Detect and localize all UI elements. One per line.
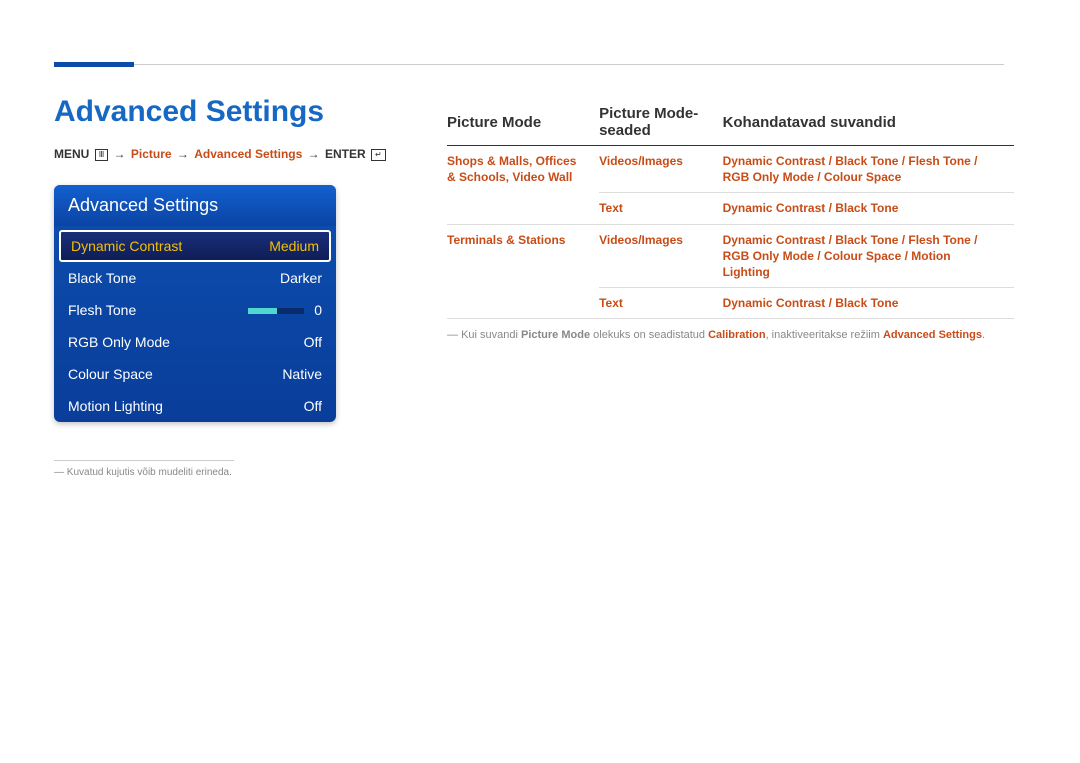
settings-panel: Advanced Settings Dynamic Contrast Medium… xyxy=(54,185,336,422)
breadcrumb-path1: Picture xyxy=(131,147,172,161)
arrow-icon: → xyxy=(308,147,320,161)
settings-panel-list: Dynamic Contrast Medium Black Tone Darker Fl… xyxy=(54,230,336,422)
table-cell-options: Dynamic Contrast / Black Tone / Flesh To… xyxy=(723,146,1014,193)
right-column: Picture Mode Picture Mode-seaded Kohanda… xyxy=(447,85,1014,478)
table-row: Terminals & StationsVideos/ImagesDynamic… xyxy=(447,224,1014,288)
page-divider xyxy=(54,64,1004,65)
table-cell-mode: Terminals & Stations xyxy=(447,224,599,319)
note-highlight: Calibration xyxy=(708,329,765,341)
table-cell-setting: Text xyxy=(599,288,722,319)
settings-panel-header: Advanced Settings xyxy=(54,185,336,226)
table-header-1: Picture Mode xyxy=(447,99,599,146)
settings-row-value: Native xyxy=(282,366,322,382)
table-cell-setting: Text xyxy=(599,193,722,224)
calibration-note: Kui suvandi Picture Mode olekuks on sead… xyxy=(447,329,1014,341)
table-cell-setting: Videos/Images xyxy=(599,146,722,193)
table-cell-options: Dynamic Contrast / Black Tone / Flesh To… xyxy=(723,224,1014,288)
settings-row-value: Darker xyxy=(280,270,322,286)
footnote-divider xyxy=(54,460,234,461)
settings-row[interactable]: Colour Space Native xyxy=(54,358,336,390)
table-cell-options: Dynamic Contrast / Black Tone xyxy=(723,288,1014,319)
panel-footnote: Kuvatud kujutis võib mudeliti erineda. xyxy=(54,467,392,478)
settings-row-value: Off xyxy=(304,334,322,350)
settings-row-value: 0 xyxy=(314,302,322,318)
settings-row[interactable]: RGB Only Mode Off xyxy=(54,326,336,358)
settings-row-label: Flesh Tone xyxy=(68,302,136,318)
settings-row-label: Dynamic Contrast xyxy=(71,238,182,254)
settings-row-label: Motion Lighting xyxy=(68,398,163,414)
table-cell-options: Dynamic Contrast / Black Tone xyxy=(723,193,1014,224)
slider-track[interactable] xyxy=(248,308,304,314)
note-text: , inaktiveeritakse režiim xyxy=(766,329,883,341)
settings-row[interactable]: Motion Lighting Off xyxy=(54,390,336,422)
main-content: Advanced Settings MENU Ⅲ → Picture → Adv… xyxy=(54,85,1014,478)
arrow-icon: → xyxy=(114,147,126,161)
settings-row-label: Black Tone xyxy=(68,270,136,286)
arrow-icon: → xyxy=(177,147,189,161)
breadcrumb: MENU Ⅲ → Picture → Advanced Settings → E… xyxy=(54,147,392,161)
settings-row-value: Medium xyxy=(269,238,319,254)
menu-icon: Ⅲ xyxy=(95,149,109,161)
options-table: Picture Mode Picture Mode-seaded Kohanda… xyxy=(447,99,1014,319)
note-text: Kui suvandi xyxy=(461,329,521,341)
table-cell-mode: Shops & Malls, Offices & Schools, Video … xyxy=(447,146,599,225)
note-text: olekuks on seadistatud xyxy=(590,329,708,341)
settings-row-label: Colour Space xyxy=(68,366,153,382)
accent-bar xyxy=(54,62,134,67)
breadcrumb-menu-label: MENU xyxy=(54,147,89,161)
settings-row[interactable]: Dynamic Contrast Medium xyxy=(59,230,331,262)
note-bold: Picture Mode xyxy=(521,329,590,341)
note-highlight: Advanced Settings xyxy=(883,329,982,341)
settings-row-label: RGB Only Mode xyxy=(68,334,170,350)
breadcrumb-path2: Advanced Settings xyxy=(194,147,302,161)
left-column: Advanced Settings MENU Ⅲ → Picture → Adv… xyxy=(54,85,392,478)
settings-row[interactable]: Flesh Tone 0 xyxy=(54,294,336,326)
table-header-3: Kohandatavad suvandid xyxy=(723,99,1014,146)
settings-row-value: Off xyxy=(304,398,322,414)
table-row: Shops & Malls, Offices & Schools, Video … xyxy=(447,146,1014,193)
breadcrumb-enter-label: ENTER xyxy=(325,147,366,161)
enter-icon: ↵ xyxy=(371,149,386,161)
settings-row[interactable]: Black Tone Darker xyxy=(54,262,336,294)
note-text: . xyxy=(982,329,985,341)
table-header-2: Picture Mode-seaded xyxy=(599,99,722,146)
table-cell-setting: Videos/Images xyxy=(599,224,722,288)
page-title: Advanced Settings xyxy=(54,95,392,129)
